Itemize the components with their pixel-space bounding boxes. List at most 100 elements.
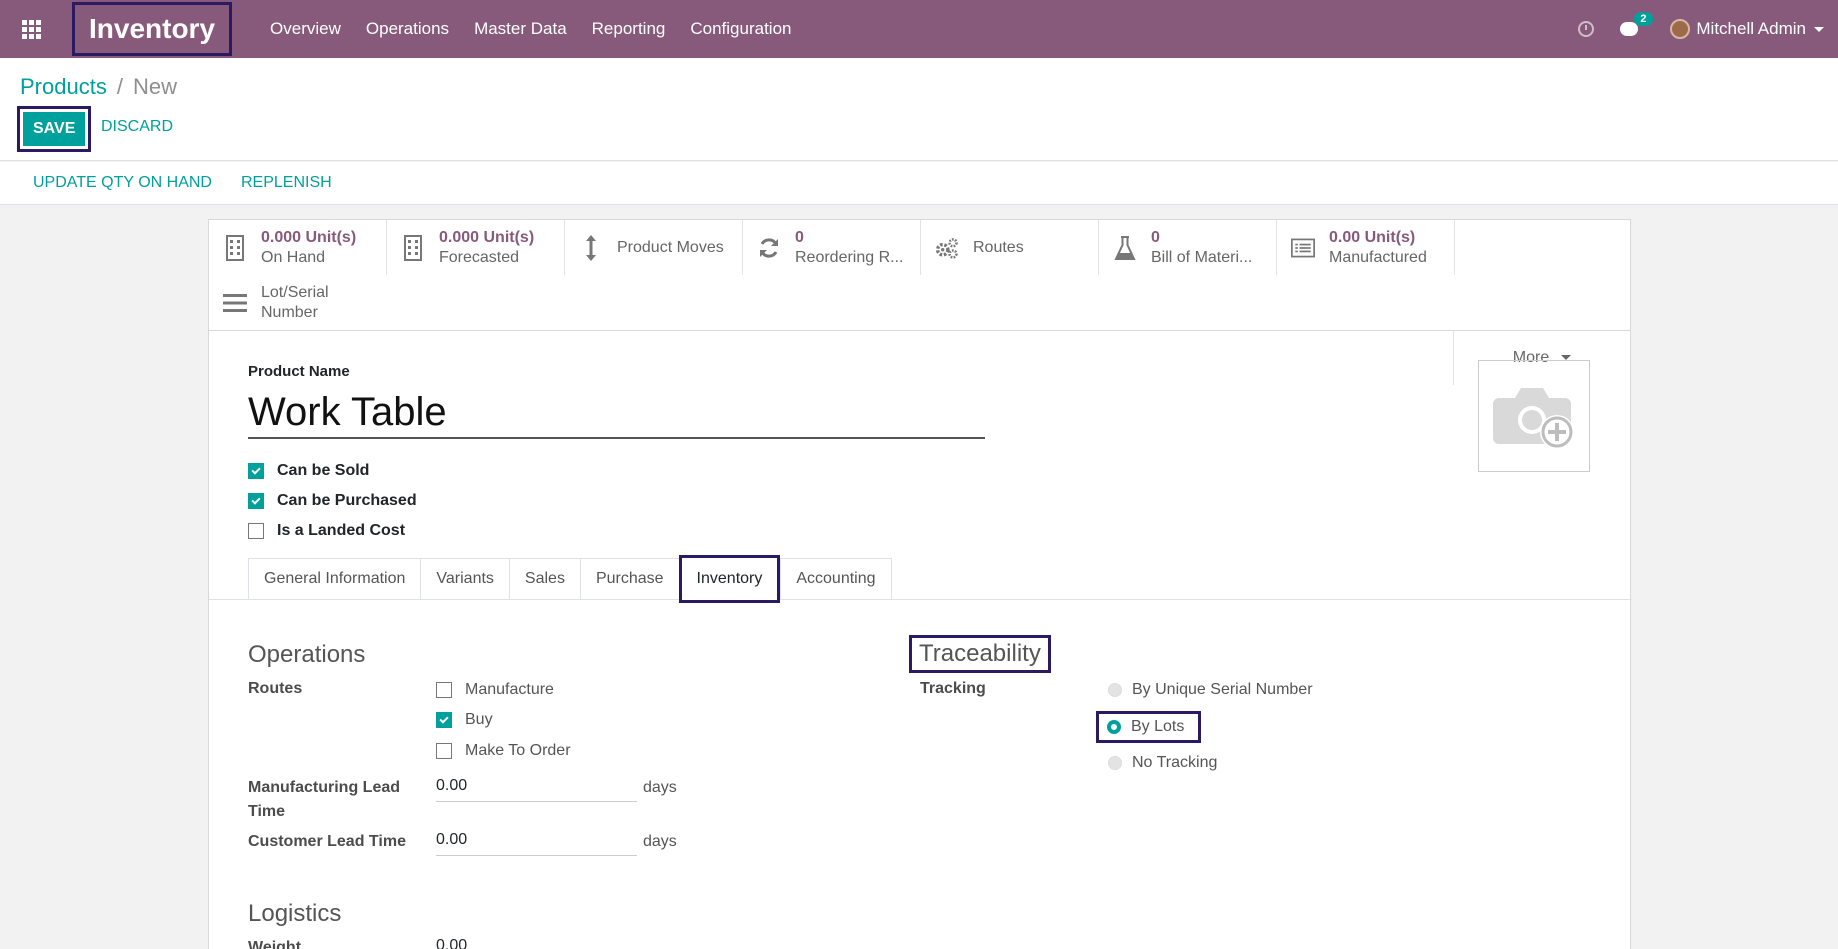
breadcrumb-products[interactable]: Products [20, 74, 107, 100]
make-to-order-checkbox[interactable] [436, 743, 452, 759]
menu-configuration[interactable]: Configuration [690, 19, 791, 39]
notebook-tabs: General Information Variants Sales Purch… [248, 555, 892, 603]
manufactured-label: Manufactured [1329, 248, 1427, 266]
user-menu[interactable]: Mitchell Admin [1696, 19, 1806, 39]
can-be-sold-row: Can be Sold [248, 456, 417, 486]
product-name-input[interactable]: Work Table [248, 390, 985, 439]
control-panel: Products / New SAVE DISCARD [0, 58, 1838, 161]
smart-button-reordering[interactable]: 0 Reordering R... [743, 220, 921, 275]
can-be-purchased-label: Can be Purchased [277, 492, 417, 509]
tracking-serial-option[interactable]: By Unique Serial Number [1108, 681, 1313, 699]
menu-overview[interactable]: Overview [270, 19, 341, 39]
reordering-value: 0 [795, 228, 804, 246]
manufactured-value: 0.00 Unit(s) [1329, 228, 1416, 246]
manufacture-checkbox[interactable] [436, 682, 452, 698]
chat-icon[interactable]: 2 [1620, 12, 1653, 36]
building-icon [401, 234, 425, 261]
operations-title: Operations [248, 641, 366, 668]
lot-serial-label: Lot/Serial Number [261, 283, 329, 321]
tab-variants[interactable]: Variants [420, 558, 509, 600]
chat-count-badge: 2 [1634, 12, 1653, 26]
bom-label: Bill of Materi... [1151, 248, 1253, 266]
no-tracking-radio[interactable] [1108, 756, 1122, 770]
lots-radio[interactable] [1107, 720, 1121, 734]
tab-general-information[interactable]: General Information [248, 558, 421, 600]
menu-master-data[interactable]: Master Data [474, 19, 567, 39]
top-navbar: Inventory Overview Operations Master Dat… [0, 0, 1838, 58]
product-image-upload[interactable] [1478, 360, 1590, 472]
discard-button[interactable]: DISCARD [101, 118, 173, 136]
activity-clock-icon[interactable] [1578, 21, 1595, 37]
update-qty-button[interactable]: UPDATE QTY ON HAND [33, 174, 212, 192]
tab-accounting[interactable]: Accounting [780, 558, 892, 600]
route-manufacture: Manufacture [436, 681, 554, 699]
route-make-to-order: Make To Order [436, 742, 571, 760]
avatar[interactable] [1670, 19, 1691, 39]
form-sheet: 0.000 Unit(s) On Hand 0.000 Unit(s) Foreca… [208, 219, 1632, 949]
mfg-lead-label-1: Manufacturing Lead [248, 779, 401, 796]
chevron-down-icon[interactable] [1814, 26, 1824, 32]
tab-purchase[interactable]: Purchase [579, 558, 679, 600]
smart-button-bom[interactable]: 0 Bill of Materi... [1099, 220, 1277, 275]
tracking-lots-option[interactable]: By Lots [1096, 711, 1202, 743]
customer-lead-input[interactable]: 0.00 [436, 831, 637, 856]
breadcrumb: Products / New [20, 74, 177, 100]
refresh-icon [757, 235, 781, 261]
route-buy: Buy [436, 711, 493, 729]
buy-label: Buy [465, 711, 493, 728]
replenish-button[interactable]: REPLENISH [241, 174, 332, 192]
tracking-label: Tracking [920, 680, 986, 697]
camera-plus-icon [1493, 388, 1574, 449]
on-hand-label: On Hand [261, 248, 326, 266]
smart-button-lot-serial[interactable]: Lot/Serial Number [209, 275, 387, 330]
weight-label: Weight [248, 939, 302, 949]
product-flags: Can be Sold Can be Purchased Is a Landed… [248, 456, 417, 546]
routes-label: Routes [248, 680, 303, 697]
buy-checkbox[interactable] [436, 712, 452, 728]
list-alt-icon [1291, 235, 1315, 261]
forecasted-label: Forecasted [439, 248, 520, 266]
no-tracking-label: No Tracking [1132, 754, 1218, 771]
routes-label: Routes [973, 238, 1024, 256]
can-be-sold-label: Can be Sold [277, 462, 370, 479]
smart-button-product-moves[interactable]: Product Moves [565, 220, 743, 275]
smart-button-routes[interactable]: Routes [921, 220, 1099, 275]
tracking-none-option[interactable]: No Tracking [1108, 754, 1217, 772]
save-button-highlight: SAVE [17, 106, 92, 152]
breadcrumb-separator: / [116, 74, 123, 99]
customer-lead-unit: days [643, 833, 677, 850]
forecasted-value: 0.000 Unit(s) [439, 228, 535, 246]
flask-icon [1113, 235, 1137, 261]
product-name-label: Product Name [248, 363, 350, 380]
weight-input[interactable]: 0.00 [436, 937, 637, 949]
on-hand-value: 0.000 Unit(s) [261, 228, 357, 246]
main-menu: Overview Operations Master Data Reportin… [270, 19, 816, 39]
gears-icon [935, 235, 959, 261]
updown-arrows-icon [579, 234, 603, 261]
customer-lead-label: Customer Lead Time [248, 833, 406, 850]
make-to-order-label: Make To Order [465, 742, 571, 759]
building-icon [223, 234, 247, 261]
menu-operations[interactable]: Operations [366, 19, 449, 39]
app-title[interactable]: Inventory [72, 2, 233, 56]
can-be-sold-checkbox[interactable] [248, 463, 264, 479]
logistics-title: Logistics [248, 900, 342, 927]
breadcrumb-current: New [132, 74, 177, 99]
landed-cost-checkbox[interactable] [248, 523, 264, 539]
can-be-purchased-row: Can be Purchased [248, 486, 417, 516]
smart-button-on-hand[interactable]: 0.000 Unit(s) On Hand [209, 220, 387, 275]
menu-reporting[interactable]: Reporting [592, 19, 666, 39]
mfg-lead-input[interactable]: 0.00 [436, 777, 637, 802]
smart-button-manufactured[interactable]: 0.00 Unit(s) Manufactured [1277, 220, 1455, 275]
landed-cost-row: Is a Landed Cost [248, 516, 417, 546]
can-be-purchased-checkbox[interactable] [248, 493, 264, 509]
product-moves-label: Product Moves [617, 238, 724, 256]
save-button[interactable]: SAVE [23, 112, 86, 146]
serial-radio[interactable] [1108, 683, 1122, 697]
manufacture-label: Manufacture [465, 681, 554, 698]
tab-sales[interactable]: Sales [508, 558, 580, 600]
smart-button-forecasted[interactable]: 0.000 Unit(s) Forecasted [387, 220, 565, 275]
apps-menu-icon[interactable] [0, 0, 62, 58]
tab-inventory[interactable]: Inventory [678, 555, 781, 603]
traceability-title: Traceability [909, 635, 1051, 673]
